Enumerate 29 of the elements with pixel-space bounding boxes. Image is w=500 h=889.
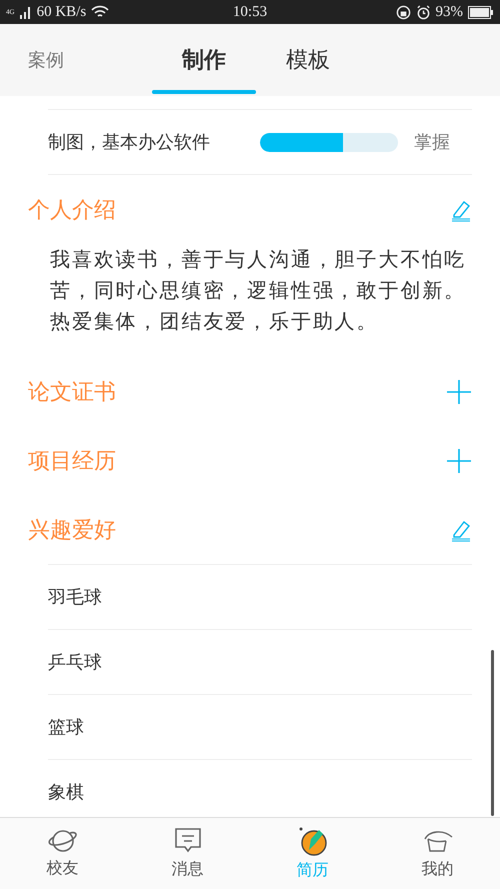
wifi-icon [91, 5, 110, 19]
clock: 10:53 [232, 4, 268, 20]
section-title: 个人介绍 [28, 196, 116, 224]
tab[interactable]: 制作 [152, 24, 256, 96]
signal-icon [20, 5, 32, 19]
hobby-item[interactable]: 篮球 [48, 695, 472, 760]
alarm-icon [416, 4, 431, 20]
case-link[interactable]: 案例 [28, 24, 64, 96]
section-title: 项目经历 [28, 448, 116, 476]
skill-level-label: 掌握 [414, 131, 450, 154]
section-title: 兴趣爱好 [28, 516, 116, 544]
battery-percent: 93% [436, 4, 464, 20]
section-title: 论文证书 [28, 378, 116, 406]
skill-name: 制图，基本办公软件 [48, 131, 211, 154]
rotation-lock-icon [396, 4, 411, 20]
tab[interactable]: 模板 [256, 24, 360, 96]
network-speed: 60 KB/s [36, 4, 86, 20]
message-icon [174, 827, 202, 855]
battery-icon [468, 6, 494, 18]
pen-badge-icon [298, 826, 328, 856]
hobby-item[interactable]: 乒乓球 [48, 630, 472, 695]
nav-item[interactable]: 我的 [375, 818, 500, 889]
add-icon[interactable] [446, 448, 472, 474]
intro-paragraph: 我喜欢读书，善于与人沟通，胆子大不怕吃苦，同时心思缜密，逻辑性强，敢于创新。热爱集体，团结友爱，乐于助人。 [50, 246, 468, 335]
hobby-item[interactable]: 羽毛球 [48, 565, 472, 630]
nav-item[interactable]: 消息 [125, 818, 250, 889]
add-icon[interactable] [446, 378, 472, 404]
nav-item[interactable]: 校友 [0, 818, 125, 889]
planet-icon [46, 828, 80, 854]
